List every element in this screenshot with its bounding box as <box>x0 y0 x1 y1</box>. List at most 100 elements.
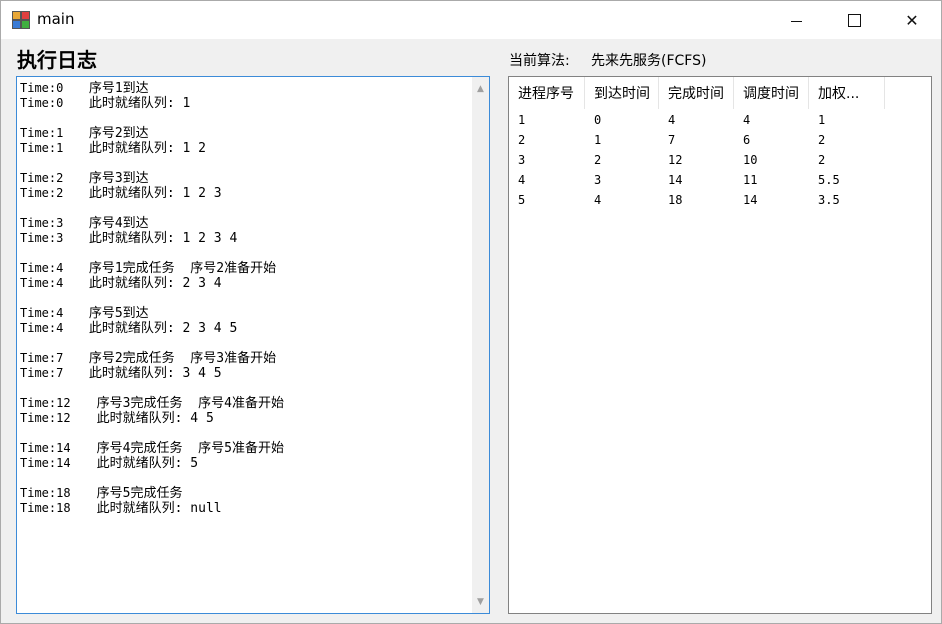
log-line: Time:2 序号3到达 <box>20 171 460 186</box>
table-cell: 14 <box>668 173 683 187</box>
log-timestamp: Time:2 <box>20 171 64 185</box>
log-message: 序号3到达 <box>81 171 149 186</box>
log-timestamp: Time:0 <box>20 96 64 110</box>
log-timestamp: Time:14 <box>20 441 71 455</box>
table-row[interactable]: 5 4 18 14 3.5 <box>509 190 885 210</box>
log-line: Time:4 此时就绪队列: 2 3 4 <box>20 276 460 291</box>
log-timestamp: Time:1 <box>20 141 64 155</box>
table-row[interactable]: 4 3 14 11 5.5 <box>509 170 885 190</box>
log-entry: Time:3 序号4到达 Time:3 此时就绪队列: 1 2 3 4 <box>20 216 460 246</box>
table-cell: 3 <box>518 153 526 167</box>
minimize-icon <box>790 20 802 22</box>
log-message: 此时就绪队列: 2 3 4 <box>81 276 222 291</box>
log-line: Time:3 此时就绪队列: 1 2 3 4 <box>20 231 460 246</box>
log-timestamp: Time:7 <box>20 366 64 380</box>
log-message: 此时就绪队列: 4 5 <box>81 411 214 426</box>
close-button[interactable]: ✕ <box>883 1 941 39</box>
log-timestamp: Time:7 <box>20 351 64 365</box>
log-timestamp: Time:4 <box>20 261 64 275</box>
table-cell: 11 <box>743 173 758 187</box>
column-header[interactable]: 到达时间 <box>585 77 659 109</box>
table-cell: 1 <box>594 133 602 147</box>
log-message: 此时就绪队列: 1 2 <box>81 141 206 156</box>
log-message: 此时就绪队列: 2 3 4 5 <box>81 321 238 336</box>
log-timestamp: Time:2 <box>20 186 64 200</box>
table-row[interactable]: 1 0 4 4 1 <box>509 110 885 130</box>
maximize-button[interactable] <box>825 1 883 39</box>
column-header[interactable]: 完成时间 <box>659 77 734 109</box>
table-cell: 4 <box>518 173 526 187</box>
table-cell: 14 <box>743 193 758 207</box>
log-entry: Time:4 序号1完成任务 序号2准备开始 Time:4 此时就绪队列: 2 3… <box>20 261 460 291</box>
log-message: 此时就绪队列: 1 <box>81 96 191 111</box>
column-header[interactable]: 调度时间 <box>734 77 809 109</box>
table-cell: 2 <box>818 133 826 147</box>
log-timestamp: Time:4 <box>20 306 64 320</box>
log-message: 此时就绪队列: 1 2 3 4 <box>81 231 238 246</box>
minimize-button[interactable] <box>767 1 825 39</box>
log-message: 序号1完成任务 序号2准备开始 <box>81 261 277 276</box>
scroll-down-arrow-icon[interactable]: ▼ <box>472 593 489 610</box>
log-message: 序号5完成任务 <box>81 486 183 501</box>
app-icon <box>12 11 30 29</box>
log-message: 序号2到达 <box>81 126 149 141</box>
log-timestamp: Time:4 <box>20 276 64 290</box>
table-cell: 7 <box>668 133 676 147</box>
process-table[interactable]: 进程序号 到达时间 完成时间 调度时间 加权... 1 0 4 4 1 2 1 7 6 2 3 2 12 10 2 4… <box>508 76 932 614</box>
log-entry: Time:7 序号2完成任务 序号3准备开始 Time:7 此时就绪队列: 3 4… <box>20 351 460 381</box>
log-line: Time:12 此时就绪队列: 4 5 <box>20 411 460 426</box>
log-entry: Time:4 序号5到达 Time:4 此时就绪队列: 2 3 4 5 <box>20 306 460 336</box>
table-cell: 3.5 <box>818 193 840 207</box>
log-timestamp: Time:12 <box>20 396 71 410</box>
log-timestamp: Time:3 <box>20 231 64 245</box>
algorithm-value: 先来先服务(FCFS) <box>591 53 707 69</box>
column-header[interactable]: 加权... <box>809 77 885 109</box>
log-line: Time:1 序号2到达 <box>20 126 460 141</box>
execution-log-textbox[interactable]: Time:0 序号1到达 Time:0 此时就绪队列: 1 Time:1 序号2到达… <box>16 76 490 614</box>
log-message: 序号5到达 <box>81 306 149 321</box>
log-timestamp: Time:18 <box>20 501 71 515</box>
log-timestamp: Time:18 <box>20 486 71 500</box>
log-scrollbar[interactable]: ▲ ▼ <box>472 77 489 613</box>
table-cell: 2 <box>594 153 602 167</box>
log-line: Time:18 序号5完成任务 <box>20 486 460 501</box>
table-cell: 2 <box>518 133 526 147</box>
log-line: Time:12 序号3完成任务 序号4准备开始 <box>20 396 460 411</box>
log-entry: Time:12 序号3完成任务 序号4准备开始 Time:12 此时就绪队列: 4… <box>20 396 460 426</box>
table-cell: 4 <box>668 113 676 127</box>
log-line: Time:7 此时就绪队列: 3 4 5 <box>20 366 460 381</box>
table-cell: 5.5 <box>818 173 840 187</box>
table-cell: 10 <box>743 153 758 167</box>
log-message: 此时就绪队列: 5 <box>81 456 199 471</box>
log-message: 序号3完成任务 序号4准备开始 <box>81 396 284 411</box>
close-icon: ✕ <box>905 10 919 30</box>
table-body: 1 0 4 4 1 2 1 7 6 2 3 2 12 10 2 4 3 14 11 5.5 5 4 18 14 3.5 <box>509 110 885 210</box>
log-line: Time:0 此时就绪队列: 1 <box>20 96 460 111</box>
log-message: 序号4到达 <box>81 216 149 231</box>
log-timestamp: Time:0 <box>20 81 64 95</box>
table-row[interactable]: 2 1 7 6 2 <box>509 130 885 150</box>
table-row[interactable]: 3 2 12 10 2 <box>509 150 885 170</box>
log-entry: Time:2 序号3到达 Time:2 此时就绪队列: 1 2 3 <box>20 171 460 201</box>
log-line: Time:14 此时就绪队列: 5 <box>20 456 460 471</box>
table-cell: 3 <box>594 173 602 187</box>
table-cell: 4 <box>743 113 751 127</box>
main-window: main ✕ 执行日志 当前算法: 先来先服务(FCFS) Time:0 序号1… <box>0 0 942 624</box>
log-line: Time:18 此时就绪队列: null <box>20 501 460 516</box>
log-message: 此时就绪队列: 1 2 3 <box>81 186 222 201</box>
log-line: Time:1 此时就绪队列: 1 2 <box>20 141 460 156</box>
table-cell: 0 <box>594 113 602 127</box>
title-bar[interactable]: main ✕ <box>1 1 941 39</box>
column-header[interactable]: 进程序号 <box>509 77 585 109</box>
maximize-icon <box>847 13 861 27</box>
log-entry: Time:14 序号4完成任务 序号5准备开始 Time:14 此时就绪队列: 5 <box>20 441 460 471</box>
table-cell: 12 <box>668 153 683 167</box>
log-content: Time:0 序号1到达 Time:0 此时就绪队列: 1 Time:1 序号2到达… <box>20 81 460 531</box>
log-timestamp: Time:3 <box>20 216 64 230</box>
log-line: Time:4 序号1完成任务 序号2准备开始 <box>20 261 460 276</box>
table-cell: 2 <box>818 153 826 167</box>
scroll-up-arrow-icon[interactable]: ▲ <box>472 80 489 97</box>
log-line: Time:4 序号5到达 <box>20 306 460 321</box>
log-message: 序号4完成任务 序号5准备开始 <box>81 441 284 456</box>
table-cell: 1 <box>518 113 526 127</box>
